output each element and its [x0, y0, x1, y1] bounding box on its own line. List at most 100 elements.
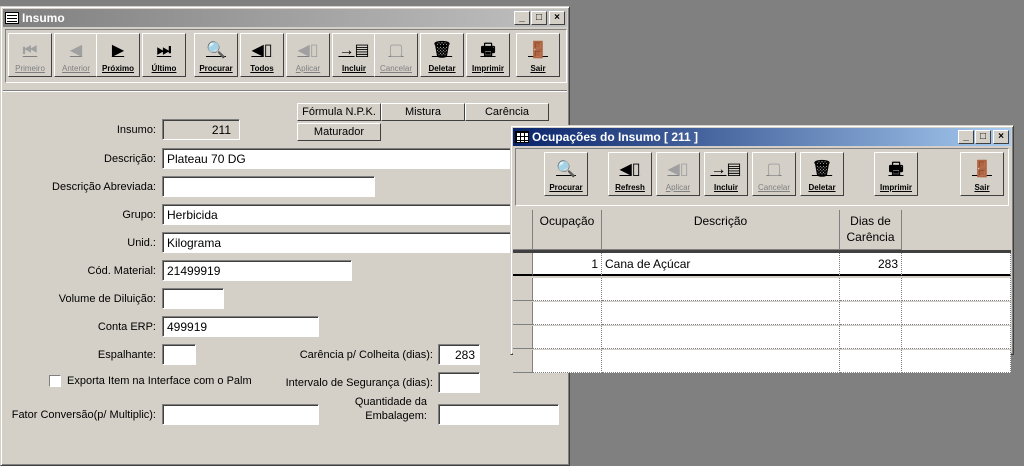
row-indicator[interactable] [513, 253, 533, 276]
aplicar-icon: ◀▯ [297, 42, 319, 59]
incluir-button[interactable]: →▤ Incluir [704, 152, 748, 196]
sair-label: Sair [530, 64, 546, 73]
minimize-button[interactable]: _ [514, 11, 530, 25]
empty-cell[interactable] [602, 326, 840, 349]
fator-conversao-label: Fator Conversão(p/ Multiplic): [11, 409, 156, 421]
empty-cell[interactable] [840, 326, 902, 349]
proximo-icon: ▶ [111, 42, 125, 59]
cell-dias-carencia[interactable]: 283 [840, 253, 902, 276]
tab-mistura[interactable]: Mistura [381, 103, 465, 121]
descricao-abreviada-field[interactable] [162, 176, 375, 197]
empty-cell[interactable] [840, 350, 902, 373]
empty-cell[interactable] [840, 302, 902, 325]
empty-cell[interactable] [602, 350, 840, 373]
fator-conversao-field[interactable] [162, 404, 319, 425]
empty-cell[interactable] [902, 326, 1011, 349]
descricao-abreviada-label: Descrição Abreviada: [52, 181, 156, 193]
insumo-titlebar[interactable]: Insumo _ □ × [3, 9, 567, 27]
row-indicator[interactable] [513, 350, 533, 373]
todos-button[interactable]: ◀▯ Todos [240, 33, 284, 77]
conta-erp-field[interactable]: 499919 [162, 316, 319, 337]
cell-ocupacao[interactable]: 1 [533, 253, 602, 276]
cancelar-button[interactable]: ▢ Cancelar [752, 152, 796, 196]
grupo-field[interactable]: Herbicida [162, 204, 562, 225]
espalhante-label: Espalhante: [97, 349, 156, 361]
tab-carencia[interactable]: Carência [465, 103, 549, 121]
imprimir-label: Imprimir [471, 64, 504, 73]
primeiro-button[interactable]: ⏮ Primeiro [8, 33, 52, 77]
cancelar-icon: ▢ [388, 42, 404, 59]
tab-formula-npk[interactable]: Fórmula N.P.K. [297, 103, 381, 121]
ultimo-label: Último [151, 64, 177, 73]
proximo-label: Próximo [101, 64, 134, 73]
maximize-button[interactable]: □ [531, 11, 547, 25]
refresh-button[interactable]: ◀▯ Refresh [608, 152, 652, 196]
incluir-button[interactable]: →▤ Incluir [332, 33, 376, 77]
volume-diluicao-field[interactable] [162, 288, 224, 309]
header-descricao[interactable]: Descrição [602, 210, 840, 250]
ultimo-button[interactable]: ⏭ Último [142, 33, 186, 77]
deletar-label: Deletar [428, 64, 456, 73]
empty-cell[interactable] [902, 350, 1011, 373]
empty-cell[interactable] [533, 326, 602, 349]
sub-maximize-button[interactable]: □ [975, 130, 991, 144]
proximo-button[interactable]: ▶ Próximo [96, 33, 140, 77]
anterior-button[interactable]: ◀ Anterior [54, 33, 98, 77]
empty-cell[interactable] [840, 278, 902, 301]
imprimir-button[interactable]: 🖶 Imprimir [874, 152, 918, 196]
procurar-label: Procurar [199, 64, 233, 73]
empty-cell[interactable] [533, 278, 602, 301]
sair-button[interactable]: 🚪 Sair [516, 33, 560, 77]
exporta-palm-checkbox[interactable] [49, 375, 61, 387]
empty-cell[interactable] [902, 278, 1011, 301]
imprimir-icon: 🖶 [480, 42, 496, 59]
cell-descricao[interactable]: Cana de Açúcar [602, 253, 840, 276]
deletar-icon: 🗑 [811, 161, 833, 178]
insumo-window: Insumo _ □ × ⏮ Primeiro ◀ Anterior ▶ Próximo ⏭… [0, 6, 570, 466]
empty-cell[interactable] [602, 302, 840, 325]
row-indicator[interactable] [513, 278, 533, 301]
descricao-label: Descrição: [104, 153, 156, 165]
deletar-button[interactable]: 🗑 Deletar [800, 152, 844, 196]
empty-cell[interactable] [533, 350, 602, 373]
descricao-field[interactable]: Plateau 70 DG [162, 148, 562, 169]
cancelar-label: Cancelar [757, 183, 790, 192]
header-dias-carencia[interactable]: Dias de Carência [840, 210, 902, 250]
row-indicator[interactable] [513, 326, 533, 349]
deletar-label: Deletar [808, 183, 836, 192]
cancelar-button[interactable]: ▢ Cancelar [374, 33, 418, 77]
cod-material-field[interactable]: 21499919 [162, 260, 352, 281]
imprimir-button[interactable]: 🖶 Imprimir [466, 33, 510, 77]
refresh-icon: ◀▯ [619, 161, 641, 178]
primeiro-icon: ⏮ [22, 42, 38, 59]
intervalo-seguranca-field[interactable] [438, 372, 480, 393]
empty-cell[interactable] [902, 302, 1011, 325]
sair-label: Sair [974, 183, 990, 192]
carencia-colheita-field[interactable]: 283 [438, 344, 480, 365]
cell-empty[interactable] [902, 253, 1011, 276]
sub-close-button[interactable]: × [993, 130, 1009, 144]
close-button[interactable]: × [549, 11, 565, 25]
insumo-field[interactable]: 211 [162, 119, 240, 140]
header-ocupacao[interactable]: Ocupação [533, 210, 602, 250]
sair-icon: 🚪 [972, 161, 992, 178]
sub-minimize-button[interactable]: _ [958, 130, 974, 144]
anterior-label: Anterior [61, 64, 90, 73]
ocupacoes-titlebar[interactable]: Ocupações do Insumo [ 211 ] _ □ × [513, 128, 1011, 146]
empty-cell[interactable] [533, 302, 602, 325]
deletar-button[interactable]: 🗑 Deletar [420, 33, 464, 77]
espalhante-field[interactable] [162, 344, 196, 365]
procurar-button[interactable]: 🔍 Procurar [194, 33, 238, 77]
tab-maturador[interactable]: Maturador [297, 123, 381, 141]
aplicar-button[interactable]: ◀▯ Aplicar [656, 152, 700, 196]
todos-label: Todos [250, 64, 274, 73]
aplicar-label: Aplicar [295, 64, 321, 73]
aplicar-button[interactable]: ◀▯ Aplicar [286, 33, 330, 77]
procurar-button[interactable]: 🔍 Procurar [544, 152, 588, 196]
sair-button[interactable]: 🚪 Sair [960, 152, 1004, 196]
cancelar-icon: ▢ [766, 161, 782, 178]
quantidade-embalagem-field[interactable] [438, 404, 559, 425]
row-indicator[interactable] [513, 302, 533, 325]
unid-field[interactable]: Kilograma [162, 232, 562, 253]
empty-cell[interactable] [602, 278, 840, 301]
